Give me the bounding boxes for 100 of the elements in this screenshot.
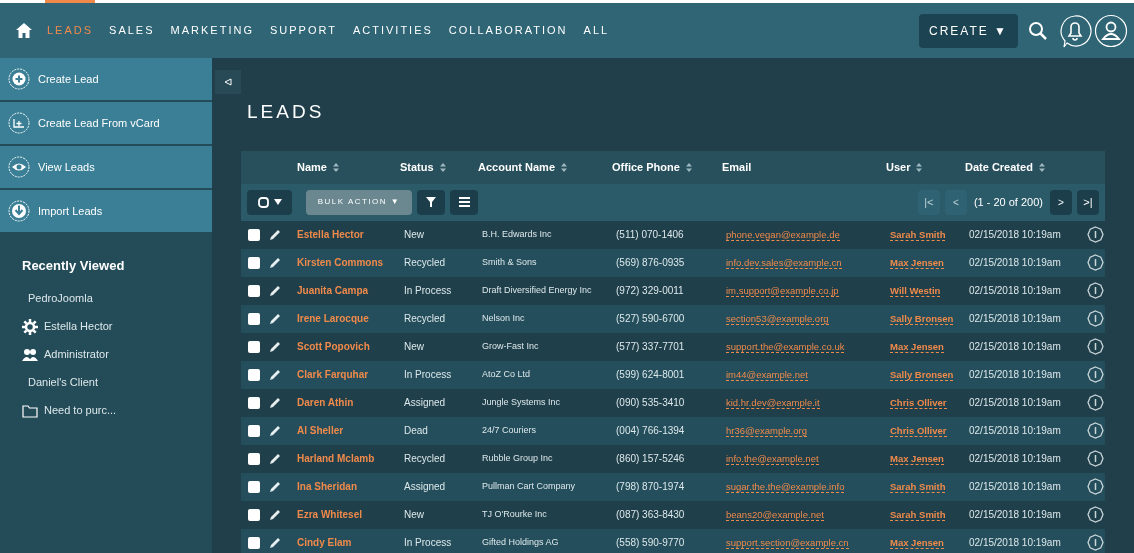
info-icon[interactable] bbox=[1087, 366, 1104, 383]
sidebar-action[interactable]: Create Lead bbox=[0, 58, 212, 100]
sidebar-action[interactable]: Create Lead From vCard bbox=[0, 102, 212, 144]
info-icon[interactable] bbox=[1087, 478, 1104, 495]
select-all-button[interactable] bbox=[247, 189, 292, 215]
user-link[interactable]: Max Jensen bbox=[890, 536, 944, 549]
recent-item-link[interactable]: Need to purc... bbox=[44, 402, 117, 419]
lead-name-link[interactable]: Kirsten Commons bbox=[297, 255, 404, 270]
sort-icon[interactable] bbox=[685, 162, 692, 172]
lead-name-link[interactable]: Clark Farquhar bbox=[297, 367, 404, 382]
user-avatar-icon[interactable] bbox=[1094, 13, 1128, 48]
last-page-button[interactable]: >| bbox=[1077, 189, 1099, 215]
email-link[interactable]: im44@example.net bbox=[726, 368, 808, 381]
filter-button[interactable] bbox=[417, 189, 445, 215]
sort-icon[interactable] bbox=[1038, 162, 1045, 172]
email-link[interactable]: support.the@example.co.uk bbox=[726, 340, 845, 353]
user-link[interactable]: Sarah Smith bbox=[890, 480, 946, 493]
row-checkbox[interactable] bbox=[248, 340, 260, 353]
lead-name-link[interactable]: Daren Athin bbox=[297, 395, 404, 410]
recent-item-link[interactable]: Daniel's Client bbox=[28, 374, 98, 391]
email-link[interactable]: info.the@example.net bbox=[726, 452, 819, 465]
first-page-button[interactable]: |< bbox=[917, 189, 940, 215]
sort-icon[interactable] bbox=[561, 162, 568, 172]
info-icon[interactable] bbox=[1087, 534, 1104, 551]
column-chooser-button[interactable] bbox=[450, 189, 478, 215]
email-link[interactable]: phone.vegan@example.de bbox=[726, 228, 840, 241]
nav-tab[interactable]: COLLABORATION bbox=[440, 3, 576, 58]
info-icon[interactable] bbox=[1087, 338, 1104, 355]
recent-item-link[interactable]: Administrator bbox=[44, 346, 109, 363]
recent-item-link[interactable]: PedroJoomla bbox=[28, 290, 93, 307]
pencil-icon[interactable] bbox=[270, 453, 281, 464]
column-header[interactable]: Name bbox=[297, 158, 339, 176]
column-header[interactable]: Email bbox=[722, 158, 752, 176]
lead-name-link[interactable]: Harland Mclamb bbox=[297, 451, 404, 466]
lead-name-link[interactable]: Irene Larocque bbox=[297, 311, 404, 326]
nav-tab[interactable]: SUPPORT bbox=[261, 3, 345, 58]
sort-icon[interactable] bbox=[916, 162, 923, 172]
sidebar-action[interactable]: Import Leads bbox=[0, 190, 212, 232]
row-checkbox[interactable] bbox=[248, 312, 260, 325]
search-icon[interactable] bbox=[1028, 20, 1048, 41]
lead-name-link[interactable]: Scott Popovich bbox=[297, 339, 404, 354]
email-link[interactable]: support.section@example.cn bbox=[726, 536, 849, 549]
pencil-icon[interactable] bbox=[270, 509, 281, 520]
sort-icon[interactable] bbox=[439, 162, 446, 172]
user-link[interactable]: Sally Bronsen bbox=[890, 312, 954, 325]
pencil-icon[interactable] bbox=[270, 285, 281, 296]
collapse-sidebar-button[interactable] bbox=[215, 70, 241, 94]
recent-item-link[interactable]: Estella Hector bbox=[44, 318, 113, 335]
column-header[interactable]: Office Phone bbox=[612, 158, 692, 176]
notification-bell-icon[interactable] bbox=[1058, 13, 1092, 48]
lead-name-link[interactable]: Ezra Whitesel bbox=[297, 507, 404, 522]
email-link[interactable]: section53@example.org bbox=[726, 312, 829, 325]
nav-tab[interactable]: ACTIVITIES bbox=[344, 3, 441, 58]
info-icon[interactable] bbox=[1087, 254, 1104, 271]
sidebar-action[interactable]: View Leads bbox=[0, 146, 212, 188]
user-link[interactable]: Chris Olliver bbox=[890, 396, 947, 409]
user-link[interactable]: Max Jensen bbox=[890, 256, 944, 269]
info-icon[interactable] bbox=[1087, 394, 1104, 411]
sort-icon[interactable] bbox=[332, 162, 339, 172]
column-header[interactable]: User bbox=[886, 158, 923, 176]
previous-page-button[interactable]: < bbox=[944, 189, 967, 215]
row-checkbox[interactable] bbox=[248, 228, 260, 241]
pencil-icon[interactable] bbox=[270, 481, 281, 492]
email-link[interactable]: info.dev.sales@example.cn bbox=[726, 256, 842, 269]
row-checkbox[interactable] bbox=[248, 452, 260, 465]
user-link[interactable]: Chris Olliver bbox=[890, 424, 947, 437]
lead-name-link[interactable]: Al Sheller bbox=[297, 423, 404, 438]
email-link[interactable]: hr36@example.org bbox=[726, 424, 807, 437]
pencil-icon[interactable] bbox=[270, 313, 281, 324]
row-checkbox[interactable] bbox=[248, 256, 260, 269]
nav-tab[interactable]: ALL bbox=[575, 3, 618, 58]
pencil-icon[interactable] bbox=[270, 257, 281, 268]
user-link[interactable]: Max Jensen bbox=[890, 452, 944, 465]
user-link[interactable]: Max Jensen bbox=[890, 340, 944, 353]
row-checkbox[interactable] bbox=[248, 424, 260, 437]
row-checkbox[interactable] bbox=[248, 480, 260, 493]
email-link[interactable]: sugar.the.the@example.info bbox=[726, 480, 845, 493]
user-link[interactable]: Sarah Smith bbox=[890, 228, 946, 241]
nav-tab[interactable]: SALES bbox=[101, 3, 163, 58]
info-icon[interactable] bbox=[1087, 310, 1104, 327]
lead-name-link[interactable]: Estella Hector bbox=[297, 227, 404, 242]
pencil-icon[interactable] bbox=[270, 369, 281, 380]
row-checkbox[interactable] bbox=[248, 396, 260, 409]
row-checkbox[interactable] bbox=[248, 508, 260, 521]
user-link[interactable]: Sally Bronsen bbox=[890, 368, 954, 381]
nav-tab[interactable]: LEADS bbox=[39, 3, 102, 58]
info-icon[interactable] bbox=[1087, 422, 1104, 439]
row-checkbox[interactable] bbox=[248, 284, 260, 297]
column-header[interactable]: Date Created bbox=[965, 158, 1045, 176]
user-link[interactable]: Sarah Smith bbox=[890, 508, 946, 521]
row-checkbox[interactable] bbox=[248, 368, 260, 381]
row-checkbox[interactable] bbox=[248, 536, 260, 549]
email-link[interactable]: im.support@example.co.jp bbox=[726, 284, 839, 297]
info-icon[interactable] bbox=[1087, 226, 1104, 243]
lead-name-link[interactable]: Juanita Campa bbox=[297, 283, 404, 298]
bulk-action-button[interactable]: BULK ACTION ▼ bbox=[306, 189, 412, 215]
pencil-icon[interactable] bbox=[270, 341, 281, 352]
user-link[interactable]: Will Westin bbox=[890, 284, 941, 297]
info-icon[interactable] bbox=[1087, 506, 1104, 523]
pencil-icon[interactable] bbox=[270, 425, 281, 436]
